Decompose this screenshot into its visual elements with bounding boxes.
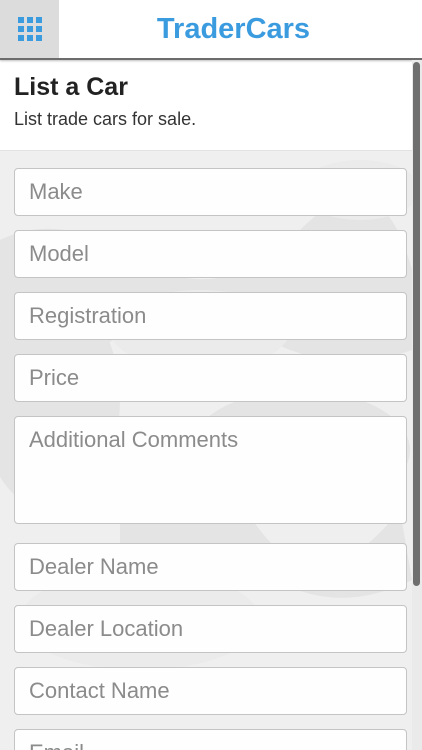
apps-menu-button[interactable] (0, 0, 59, 58)
page-title: List a Car (14, 73, 128, 101)
app-title: TraderCars (156, 12, 311, 45)
registration-input[interactable] (14, 292, 407, 340)
page-header: List a Car List trade cars for sale. (0, 60, 412, 151)
additional-comments-textarea[interactable] (14, 416, 407, 524)
content-panel: List a Car List trade cars for sale. (0, 60, 412, 750)
apps-grid-icon (17, 17, 42, 41)
scrollbar-thumb[interactable] (413, 62, 420, 586)
email-input[interactable] (14, 729, 407, 750)
make-input[interactable] (14, 168, 407, 216)
page-subtitle: List trade cars for sale. (14, 109, 197, 129)
dealer-location-input[interactable] (14, 605, 407, 653)
top-app-bar: TraderCars (0, 0, 422, 60)
dealer-name-input[interactable] (14, 543, 407, 591)
contact-name-input[interactable] (14, 667, 407, 715)
model-input[interactable] (14, 230, 407, 278)
scrollbar[interactable] (412, 60, 422, 750)
price-input[interactable] (14, 354, 407, 402)
